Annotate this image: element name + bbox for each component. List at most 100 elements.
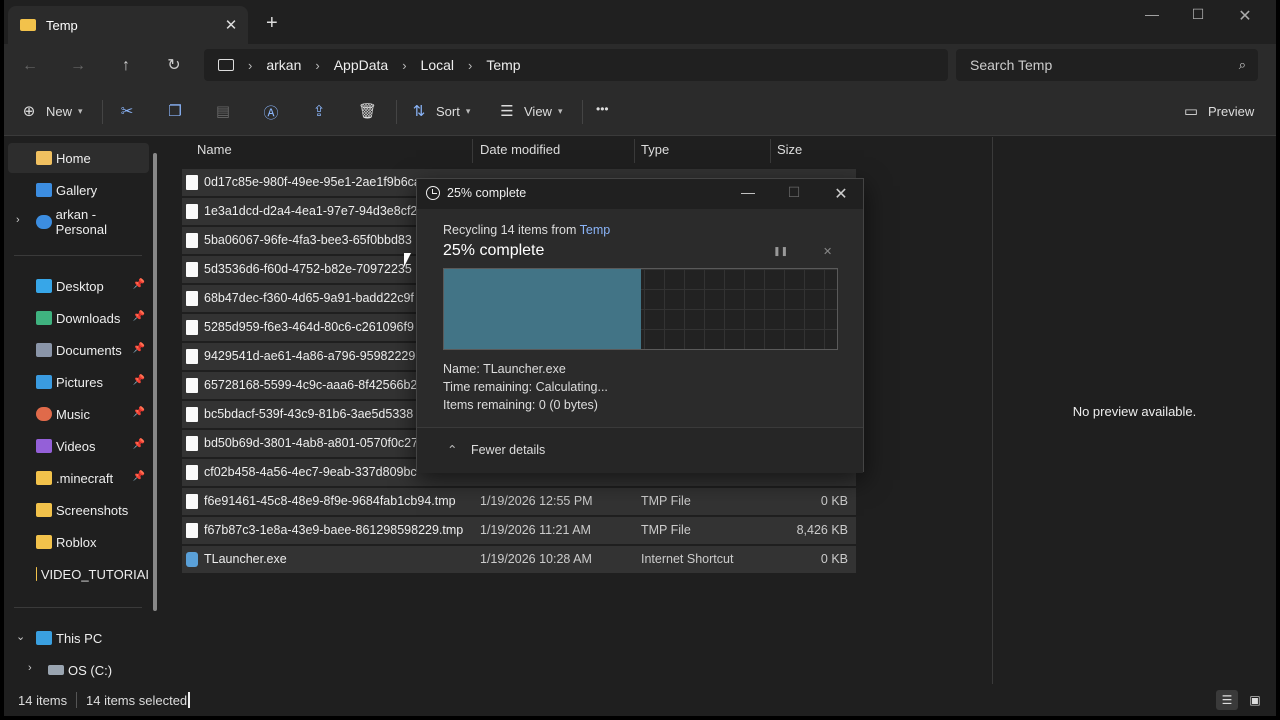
sidebar-item-downloads[interactable]: Downloads 📌 xyxy=(8,303,149,333)
chevron-right-icon: › xyxy=(402,57,407,73)
column-header-name[interactable]: Name xyxy=(197,137,232,165)
file-icon xyxy=(186,349,198,364)
sidebar-item-video-tutorial[interactable]: VIDEO_TUTORIAI xyxy=(8,559,149,589)
pin-icon: 📌 xyxy=(132,439,145,450)
forward-button[interactable]: → xyxy=(66,54,90,78)
dialog-footer: ⌃ Fewer details xyxy=(417,427,863,473)
shortcut-icon xyxy=(186,552,198,567)
sidebar-item-minecraft[interactable]: .minecraft 📌 xyxy=(8,463,149,493)
preview-button[interactable]: ▭ Preview xyxy=(1182,102,1254,120)
sidebar-item-gallery[interactable]: Gallery xyxy=(8,175,149,205)
rename-button[interactable]: Ⓐ xyxy=(262,102,288,123)
column-divider[interactable] xyxy=(770,139,771,163)
sidebar-item-videos[interactable]: Videos 📌 xyxy=(8,431,149,461)
file-name: bc5bdacf-539f-43c9-81b6-3ae5d5338 xyxy=(204,407,414,421)
recycling-source-link[interactable]: Temp xyxy=(580,223,611,237)
breadcrumb-local[interactable]: Local xyxy=(421,57,454,73)
sidebar-scrollbar[interactable] xyxy=(153,153,157,611)
chevron-down-icon[interactable]: ⌄ xyxy=(16,630,25,643)
item-count: 14 items xyxy=(18,693,68,708)
column-header-size[interactable]: Size xyxy=(777,137,802,165)
sidebar-item-label: Videos xyxy=(56,438,96,454)
sidebar-item-desktop[interactable]: Desktop 📌 xyxy=(8,271,149,301)
pause-button[interactable]: ❚❚ xyxy=(773,246,788,257)
back-button[interactable]: ← xyxy=(18,54,42,78)
file-date: 1/19/2026 12:55 PM xyxy=(480,494,593,508)
sidebar-item-this-pc[interactable]: ⌄ This PC xyxy=(8,623,149,653)
sidebar-item-onedrive[interactable]: › arkan - Personal xyxy=(8,207,149,237)
breadcrumb-appdata[interactable]: AppData xyxy=(334,57,388,73)
dialog-minimize-button[interactable]: — xyxy=(733,184,763,200)
up-button[interactable]: ↑ xyxy=(114,54,138,78)
sidebar-item-label: Roblox xyxy=(56,534,97,550)
cancel-button[interactable]: ✕ xyxy=(823,245,832,258)
chevron-right-icon[interactable]: › xyxy=(28,662,32,674)
more-options-button[interactable]: ••• xyxy=(596,102,609,116)
chevron-right-icon: › xyxy=(468,57,473,73)
sidebar-item-label: Gallery xyxy=(56,182,98,198)
cut-button[interactable]: ✂ xyxy=(118,102,144,120)
preview-pane: No preview available. xyxy=(992,137,1276,684)
chevron-right-icon[interactable]: › xyxy=(16,214,20,226)
column-divider[interactable] xyxy=(472,139,473,163)
tab-temp[interactable]: Temp ✕ xyxy=(8,6,248,44)
sidebar-item-label: Screenshots xyxy=(56,502,129,518)
sidebar-item-documents[interactable]: Documents 📌 xyxy=(8,335,149,365)
chevron-down-icon: ▾ xyxy=(557,105,563,116)
close-window-button[interactable]: ✕ xyxy=(1225,6,1265,26)
new-button[interactable]: ⊕ New ▾ xyxy=(20,102,83,120)
view-button[interactable]: ☰ View ▾ xyxy=(498,102,562,120)
address-bar[interactable]: › arkan › AppData › Local › Temp xyxy=(204,49,948,81)
scissors-icon: ✂ xyxy=(120,103,134,120)
file-size: 8,426 KB xyxy=(796,523,848,537)
sidebar-item-label: VIDEO_TUTORIAI xyxy=(40,566,149,582)
column-divider[interactable] xyxy=(634,139,635,163)
dialog-maximize-button: ☐ xyxy=(787,184,801,200)
maximize-button[interactable]: ☐ xyxy=(1178,6,1218,26)
copy-icon: ❐ xyxy=(168,103,182,120)
new-tab-button[interactable]: + xyxy=(266,12,278,35)
progress-graph xyxy=(443,268,838,350)
file-name: 68b47dec-f360-4d65-9a91-badd22c9f xyxy=(204,291,414,305)
table-row[interactable]: TLauncher.exe 1/19/2026 10:28 AM Interne… xyxy=(182,546,856,574)
minimize-button[interactable]: — xyxy=(1132,6,1172,26)
table-row[interactable]: f6e91461-45c8-48e9-8f9e-9684fab1cb94.tmp… xyxy=(182,488,856,516)
videos-icon xyxy=(36,439,52,453)
close-tab-icon[interactable]: ✕ xyxy=(222,16,240,34)
search-input[interactable]: Search Temp ⌕ xyxy=(956,49,1258,81)
dialog-close-button[interactable]: ✕ xyxy=(826,184,856,204)
details-view-icon[interactable]: ☰ xyxy=(1216,690,1238,710)
column-header-date[interactable]: Date modified xyxy=(480,137,560,165)
sidebar-item-music[interactable]: Music 📌 xyxy=(8,399,149,429)
file-name: cf02b458-4a56-4ec7-9eab-337d809bc xyxy=(204,465,417,479)
fewer-details-button[interactable]: ⌃ Fewer details xyxy=(447,442,545,457)
breadcrumb-temp[interactable]: Temp xyxy=(486,57,520,73)
divider xyxy=(396,100,397,124)
pin-icon: 📌 xyxy=(132,279,145,290)
sidebar-item-pictures[interactable]: Pictures 📌 xyxy=(8,367,149,397)
copy-button[interactable]: ❐ xyxy=(166,102,192,120)
pin-icon: 📌 xyxy=(132,407,145,418)
sidebar-item-home[interactable]: Home xyxy=(8,143,149,173)
share-icon: ⇪ xyxy=(312,103,326,120)
divider xyxy=(102,100,103,124)
sort-button[interactable]: ⇅ Sort ▾ xyxy=(410,102,471,120)
breadcrumb-arkan[interactable]: arkan xyxy=(266,57,301,73)
new-label: New xyxy=(46,103,73,119)
tiles-view-icon[interactable]: ▣ xyxy=(1244,690,1266,710)
delete-button[interactable]: 🗑 xyxy=(358,102,384,120)
share-button[interactable]: ⇪ xyxy=(310,102,336,120)
chevron-down-icon: ▾ xyxy=(78,105,83,116)
column-header-type[interactable]: Type xyxy=(641,137,669,165)
file-name: 9429541d-ae61-4a86-a796-95982229 xyxy=(204,349,416,363)
table-row[interactable]: f67b87c3-1e8a-43e9-baee-861298598229.tmp… xyxy=(182,517,856,545)
navigation-bar: ← → ↑ ↻ › arkan › AppData › Local › Temp… xyxy=(4,44,1276,88)
paste-button[interactable]: ▤ xyxy=(214,102,240,120)
refresh-button[interactable]: ↻ xyxy=(162,54,186,78)
sidebar-item-os-c[interactable]: › OS (C:) xyxy=(8,655,149,685)
dialog-title: 25% complete xyxy=(447,186,527,200)
sidebar-item-screenshots[interactable]: Screenshots xyxy=(8,495,149,525)
sidebar-item-roblox[interactable]: Roblox xyxy=(8,527,149,557)
folder-icon xyxy=(36,503,52,517)
detail-name: Name: TLauncher.exe xyxy=(443,362,566,376)
